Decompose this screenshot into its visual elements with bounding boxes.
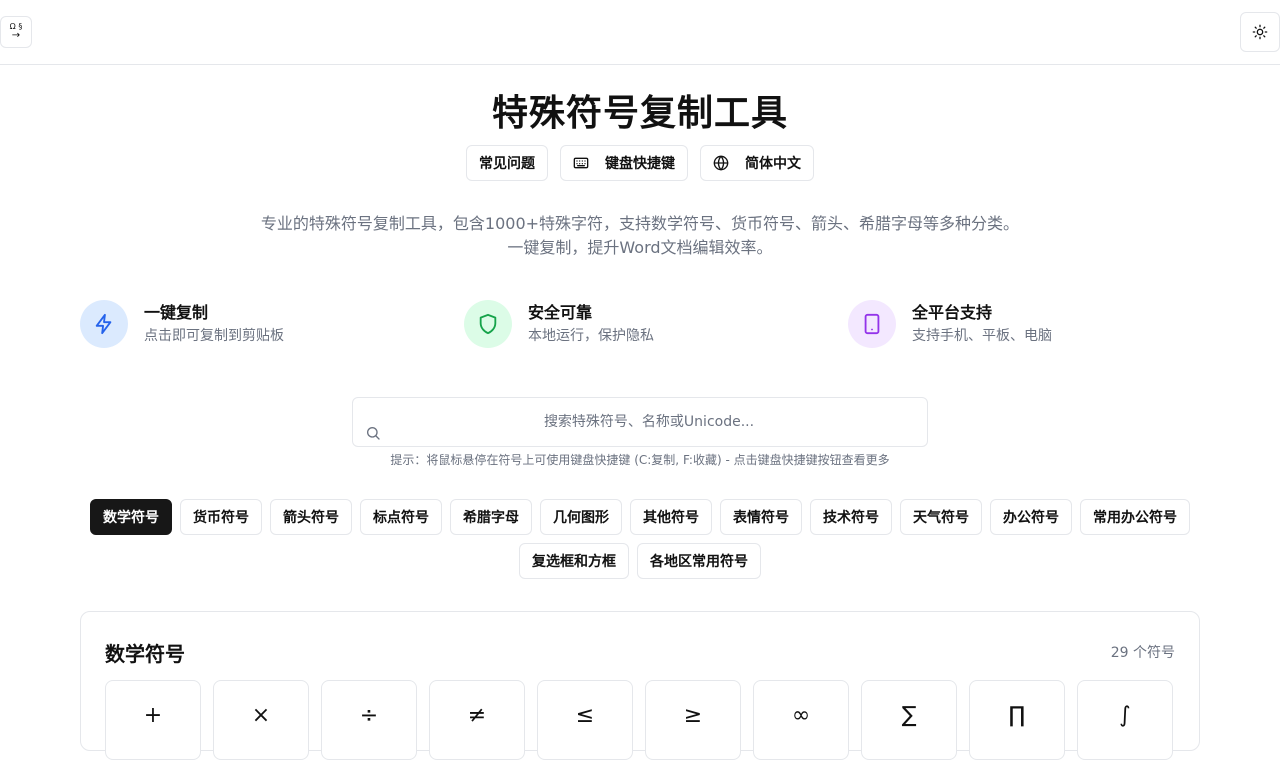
tab-weather-symbols[interactable]: 天气符号	[900, 499, 982, 535]
shield-icon	[479, 313, 497, 335]
lightning-icon	[95, 313, 112, 335]
logo-arrow: →	[11, 30, 21, 41]
language-label: 简体中文	[745, 156, 801, 172]
search-input[interactable]	[389, 398, 909, 446]
symbol-count: 29 个符号	[1110, 645, 1175, 661]
tab-emoji-symbols[interactable]: 表情符号	[720, 499, 802, 535]
tab-common-office-symbols[interactable]: 常用办公符号	[1080, 499, 1190, 535]
symbol-card[interactable]: ÷	[321, 680, 417, 760]
top-bar: Ω § →	[0, 0, 1280, 65]
logo-button[interactable]: Ω § →	[0, 16, 32, 48]
feature-title: 安全可靠	[528, 303, 593, 322]
symbol-card[interactable]: ∑	[861, 680, 957, 760]
feature-one-click-copy: 一键复制 点击即可复制到剪贴板	[80, 300, 284, 348]
feature-all-platforms: 全平台支持 支持手机、平板、电脑	[848, 300, 1052, 348]
keyboard-hint: 提示：将鼠标悬停在符号上可使用键盘快捷键 (C:复制, F:收藏) - 点击键盘…	[390, 453, 890, 467]
symbol-card[interactable]: ×	[213, 680, 309, 760]
symbol-card[interactable]: ≥	[645, 680, 741, 760]
tab-other-symbols[interactable]: 其他符号	[630, 499, 712, 535]
symbol-card[interactable]: ≤	[537, 680, 633, 760]
symbol-grid: + × ÷ ≠ ≤ ≥ ∞ ∑ ∏ ∫	[105, 680, 1175, 760]
tab-office-symbols[interactable]: 办公符号	[990, 499, 1072, 535]
action-row: 常见问题 键盘快捷键 简体中文	[0, 145, 1280, 181]
feature-icon-circle	[848, 300, 896, 348]
tab-technical-symbols[interactable]: 技术符号	[810, 499, 892, 535]
feature-icon-circle	[464, 300, 512, 348]
language-button[interactable]: 简体中文	[700, 145, 814, 181]
symbol-card[interactable]: ∞	[753, 680, 849, 760]
feature-icon-circle	[80, 300, 128, 348]
theme-toggle-button[interactable]	[1240, 12, 1280, 52]
faq-button[interactable]: 常见问题	[466, 145, 548, 181]
keyboard-icon	[573, 157, 589, 169]
category-tabs: 数学符号 货币符号 箭头符号 标点符号 希腊字母 几何图形 其他符号 表情符号 …	[80, 499, 1200, 579]
feature-desc: 支持手机、平板、电脑	[912, 328, 1052, 344]
description-line-2: 一键复制，提升Word文档编辑效率。	[507, 238, 773, 257]
sun-icon	[1252, 24, 1268, 40]
symbol-card[interactable]: ≠	[429, 680, 525, 760]
feature-title: 一键复制	[144, 303, 209, 322]
tab-punctuation-symbols[interactable]: 标点符号	[360, 499, 442, 535]
tab-geometric-shapes[interactable]: 几何图形	[540, 499, 622, 535]
search-icon	[367, 427, 380, 440]
feature-title: 全平台支持	[912, 303, 993, 322]
keyboard-shortcuts-button[interactable]: 键盘快捷键	[560, 145, 688, 181]
faq-label: 常见问题	[479, 156, 535, 172]
feature-desc: 点击即可复制到剪贴板	[144, 328, 284, 344]
feature-secure: 安全可靠 本地运行，保护隐私	[464, 300, 654, 348]
feature-desc: 本地运行，保护隐私	[528, 328, 654, 344]
symbol-card[interactable]: ∏	[969, 680, 1065, 760]
tab-checkboxes[interactable]: 复选框和方框	[519, 543, 629, 579]
tab-greek-letters[interactable]: 希腊字母	[450, 499, 532, 535]
symbol-card[interactable]: ∫	[1077, 680, 1173, 760]
keyboard-shortcuts-label: 键盘快捷键	[605, 156, 675, 172]
panel-title: 数学符号	[105, 642, 185, 666]
tab-arrow-symbols[interactable]: 箭头符号	[270, 499, 352, 535]
search-box	[352, 397, 928, 447]
page-title: 特殊符号复制工具	[491, 93, 788, 134]
symbol-panel: 数学符号 29 个符号 + × ÷ ≠ ≤ ≥ ∞ ∑ ∏ ∫	[80, 611, 1200, 760]
globe-icon	[713, 155, 729, 171]
tab-currency-symbols[interactable]: 货币符号	[180, 499, 262, 535]
tab-math-symbols[interactable]: 数学符号	[90, 499, 172, 535]
symbol-card[interactable]: +	[105, 680, 201, 760]
tab-regional-symbols[interactable]: 各地区常用符号	[637, 543, 761, 579]
tablet-icon	[864, 313, 880, 335]
intro-description: 专业的特殊符号复制工具，包含1000+特殊字符，支持数学符号、货币符号、箭头、希…	[0, 212, 1280, 260]
description-line-1: 专业的特殊符号复制工具，包含1000+特殊字符，支持数学符号、货币符号、箭头、希…	[260, 214, 1020, 233]
